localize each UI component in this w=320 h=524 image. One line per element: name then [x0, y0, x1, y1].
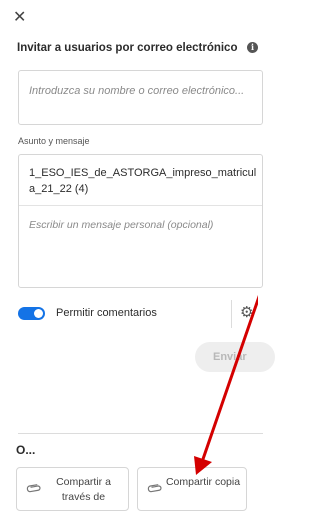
subject-message-box[interactable]: 1_ESO_IES_de_ASTORGA_impreso_matricula_2…: [18, 154, 263, 288]
divider: [19, 205, 262, 206]
email-placeholder: Introduzca su nombre o correo electrónic…: [29, 85, 245, 97]
close-icon[interactable]: ✕: [13, 8, 33, 28]
paperclip-icon: [143, 478, 165, 501]
page-title: Invitar a usuarios por correo electrónic…: [17, 42, 238, 54]
gear-icon[interactable]: ⚙: [240, 303, 253, 321]
or-heading: O...: [16, 443, 36, 457]
divider: [18, 433, 263, 434]
email-input[interactable]: Introduzca su nombre o correo electrónic…: [18, 70, 263, 125]
send-button[interactable]: Enviar: [195, 342, 275, 372]
share-copy-label: Compartir copia: [165, 476, 241, 488]
divider: [231, 300, 232, 328]
allow-comments-label: Permitir comentarios: [56, 307, 157, 319]
subject-input[interactable]: 1_ESO_IES_de_ASTORGA_impreso_matricula_2…: [29, 165, 257, 197]
share-via-button[interactable]: Compartir a través de: [16, 467, 129, 511]
allow-comments-toggle[interactable]: [18, 307, 45, 320]
share-via-label: Compartir a través de: [56, 476, 111, 503]
message-input[interactable]: Escribir un mensaje personal (opcional): [29, 219, 259, 231]
subject-message-label: Asunto y mensaje: [18, 136, 90, 146]
paperclip-icon: [22, 478, 44, 501]
toggle-knob: [34, 309, 43, 318]
info-icon[interactable]: i: [247, 42, 258, 53]
share-copy-button[interactable]: Compartir copia: [137, 467, 247, 511]
